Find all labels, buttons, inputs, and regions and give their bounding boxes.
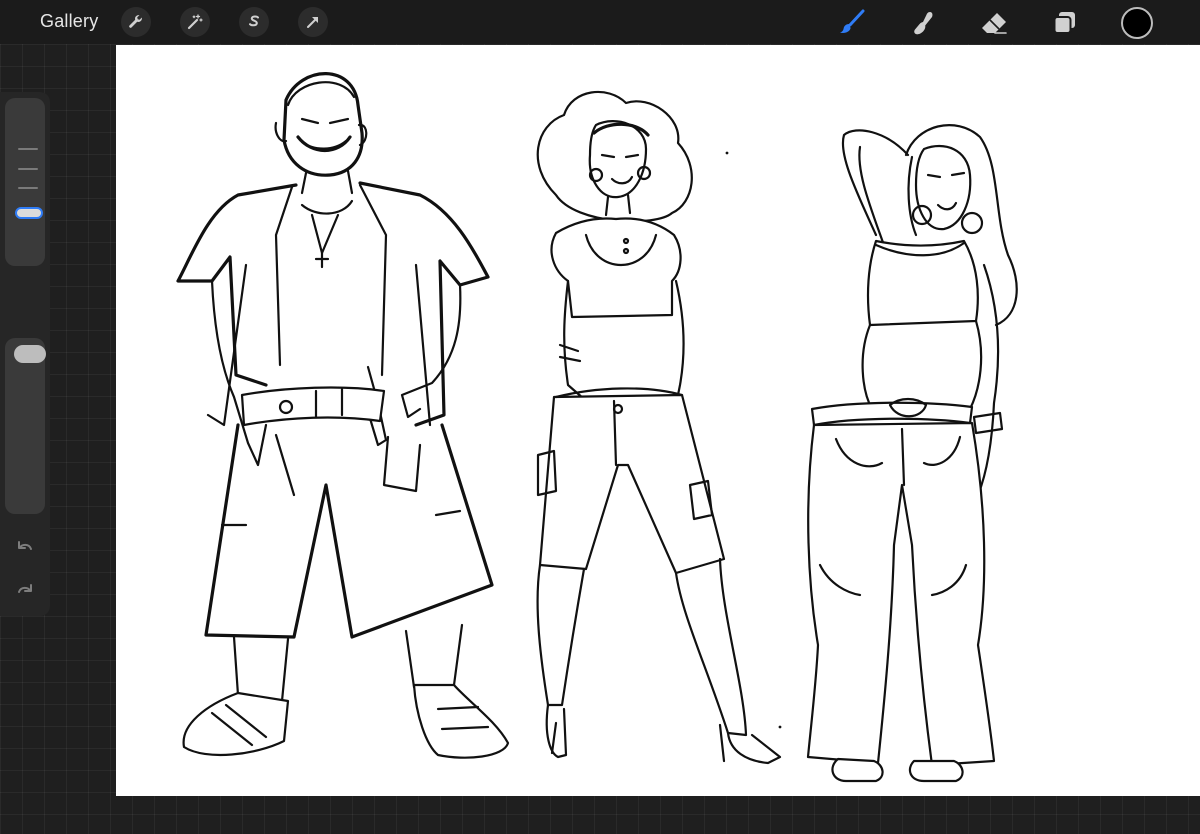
character-man <box>176 72 510 759</box>
brush-opacity-slider[interactable] <box>5 338 46 514</box>
stray-dot <box>725 151 729 155</box>
drawing-canvas[interactable] <box>116 45 1200 796</box>
character-woman-curly-hair <box>536 90 782 765</box>
brush-opacity-thumb[interactable] <box>14 345 46 363</box>
character-woman-long-hair <box>806 124 1018 783</box>
character-lineart <box>176 72 1018 783</box>
brush-tool-button[interactable] <box>835 6 869 40</box>
undo-arrow-icon[interactable] <box>13 535 37 559</box>
redo-arrow-icon[interactable] <box>13 578 37 602</box>
brush-sidebar <box>0 92 50 616</box>
brush-size-slider[interactable] <box>5 98 45 266</box>
color-picker-button[interactable] <box>1121 7 1153 39</box>
arrow-cursor-icon <box>307 17 318 28</box>
wrench-icon <box>129 15 142 28</box>
eraser-icon <box>982 13 1007 34</box>
layers-button[interactable] <box>1048 6 1082 40</box>
smudge-finger-icon <box>914 12 933 35</box>
size-tick <box>18 168 38 170</box>
gallery-button[interactable]: Gallery <box>40 11 98 32</box>
brush-size-thumb[interactable] <box>15 207 43 219</box>
selection-button[interactable] <box>239 7 269 37</box>
actions-button[interactable] <box>121 7 151 37</box>
layers-icon <box>1053 12 1075 34</box>
size-tick <box>18 148 38 150</box>
size-tick <box>18 187 38 189</box>
transform-button[interactable] <box>298 7 328 37</box>
magic-wand-icon <box>187 14 203 30</box>
brush-icon <box>840 9 865 33</box>
stray-dot <box>778 725 782 729</box>
selection-s-icon <box>249 15 259 27</box>
adjustments-button[interactable] <box>180 7 210 37</box>
smudge-tool-button[interactable] <box>906 6 940 40</box>
eraser-tool-button[interactable] <box>977 6 1011 40</box>
top-toolbar: Gallery <box>0 0 1200 44</box>
